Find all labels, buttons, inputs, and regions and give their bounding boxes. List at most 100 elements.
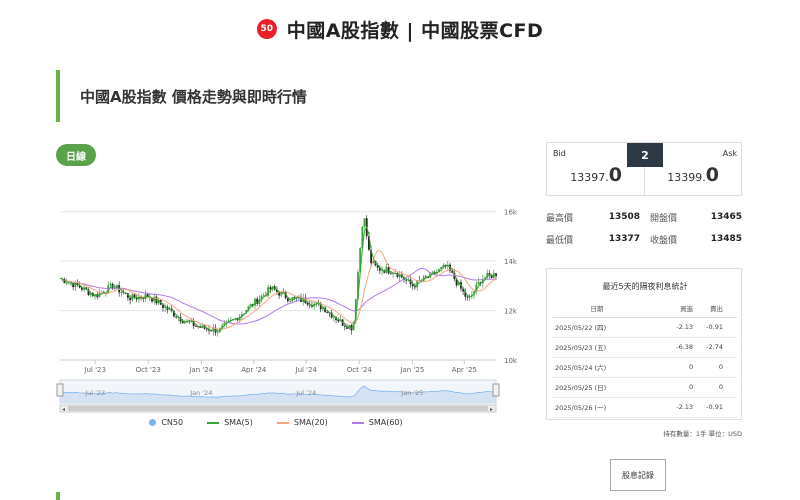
legend-label: CN50 bbox=[161, 418, 184, 427]
dividend-record-button[interactable]: 股息記錄 bbox=[610, 459, 666, 491]
x-tick-label: Jul '23 bbox=[83, 366, 106, 374]
legend-swatch bbox=[149, 419, 157, 426]
x-tick-label: Jan '24 bbox=[188, 366, 213, 374]
swap-table-header: 日期 買進 賣出 bbox=[553, 299, 737, 318]
legend-item[interactable]: SMA(20) bbox=[276, 418, 328, 427]
navigator-tick-label: Jan '25 bbox=[400, 389, 423, 397]
stats-row-low-close: 最低價 13377 收盤價 13485 bbox=[546, 228, 742, 250]
navigator-tick-label: Jul '24 bbox=[295, 389, 316, 397]
low-label: 最低價 bbox=[546, 235, 574, 246]
x-tick-label: Oct '23 bbox=[136, 366, 161, 374]
table-row: 2025/05/26 (一) -2.13 -0.91 bbox=[553, 397, 737, 418]
open-label: 開盤價 bbox=[650, 213, 678, 224]
candle-body bbox=[194, 325, 197, 327]
price-stats: 最高價 13508 開盤價 13465 最低價 13377 收盤價 13485 bbox=[546, 206, 742, 250]
candle-body bbox=[405, 279, 408, 281]
swap-sell: -2.74 bbox=[693, 337, 737, 358]
candle-body bbox=[175, 316, 178, 318]
price-chart[interactable]: 10k 12k 14k 16k Jul '23 Oct '23 Jan '24 Apr '24… bbox=[56, 175, 536, 415]
swap-note: 持有數量：1手 單位：USD bbox=[663, 430, 742, 438]
swap-date: 2025/05/26 (一) bbox=[553, 397, 639, 418]
stats-row-high-open: 最高價 13508 開盤價 13465 bbox=[546, 206, 742, 228]
candle-body bbox=[332, 317, 335, 319]
low-value: 13377 bbox=[608, 234, 640, 244]
candle-body bbox=[477, 282, 480, 285]
candle-body bbox=[65, 283, 68, 284]
candle-body bbox=[326, 312, 329, 314]
daily-period-button[interactable]: 日線 bbox=[56, 144, 96, 166]
overnight-swap-panel: 最近5天的隔夜利息統計 日期 買進 賣出 2025/05/22 (四) -2.13… bbox=[546, 268, 742, 420]
swap-date: 2025/05/22 (四) bbox=[553, 317, 639, 338]
candle-body bbox=[488, 273, 491, 275]
high-label: 最高價 bbox=[546, 213, 574, 224]
legend-item[interactable]: CN50 bbox=[149, 418, 183, 427]
swap-sell: -0.91 bbox=[693, 397, 737, 418]
candle-body bbox=[129, 297, 132, 301]
legend-item[interactable]: SMA(5) bbox=[207, 418, 253, 427]
candle-body bbox=[431, 271, 434, 273]
swap-sell: -0.91 bbox=[693, 317, 737, 338]
x-tick-label: Jul '24 bbox=[295, 366, 318, 374]
legend-item[interactable]: SMA(60) bbox=[351, 418, 403, 427]
swap-buy: -6.38 bbox=[638, 337, 694, 358]
close-value: 13485 bbox=[710, 234, 742, 244]
candle-body bbox=[135, 298, 138, 300]
scrollbar-thumb[interactable] bbox=[68, 406, 488, 411]
y-tick-label: 10k bbox=[504, 357, 518, 365]
bid-price: 13397.0 bbox=[570, 164, 622, 186]
sma5-line bbox=[59, 225, 497, 332]
x-tick-label: Apr '25 bbox=[452, 366, 477, 374]
navigator-handle[interactable] bbox=[56, 383, 64, 397]
cn50-badge: 50 bbox=[256, 19, 277, 39]
y-tick-label: 14k bbox=[504, 258, 518, 266]
candle-body bbox=[389, 273, 392, 275]
legend-label: SMA(60) bbox=[368, 418, 403, 427]
scroll-right-arrow[interactable]: ▸ bbox=[490, 406, 493, 413]
swap-date: 2025/05/25 (日) bbox=[553, 377, 639, 398]
page-header: 50 中國A股指數 | 中國股票CFD bbox=[0, 14, 800, 44]
y-tick-label: 16k bbox=[504, 209, 518, 217]
x-tick-label: Jan '25 bbox=[399, 366, 424, 374]
next-section-accent bbox=[56, 492, 60, 500]
swap-date: 2025/05/23 (五) bbox=[553, 337, 639, 358]
table-row: 2025/05/22 (四) -2.13 -0.91 bbox=[553, 317, 737, 338]
swap-buy: -2.13 bbox=[638, 317, 694, 338]
candle-body bbox=[363, 218, 366, 227]
candle-body bbox=[466, 296, 469, 298]
candle-body bbox=[120, 292, 123, 293]
y-tick-label: 12k bbox=[504, 308, 518, 316]
candle-body bbox=[343, 325, 346, 327]
section-title: 中國A股指數 價格走勢與即時行情 bbox=[80, 87, 307, 106]
legend-label: SMA(5) bbox=[224, 418, 253, 427]
scroll-left-arrow[interactable]: ◂ bbox=[62, 406, 65, 413]
swap-header-sell: 賣出 bbox=[693, 299, 737, 318]
legend-swatch bbox=[276, 421, 289, 424]
open-value: 13465 bbox=[710, 212, 742, 222]
close-label: 收盤價 bbox=[650, 235, 678, 246]
table-row: 2025/05/25 (日) 0 0 bbox=[553, 377, 737, 398]
legend-swatch bbox=[207, 421, 220, 424]
chart-legend: CN50 SMA(5) SMA(20) SMA(60) bbox=[56, 418, 496, 427]
navigator-handle[interactable] bbox=[492, 383, 500, 397]
spread-badge: 2 bbox=[627, 143, 663, 167]
table-row: 2025/05/23 (五) -6.38 -2.74 bbox=[553, 337, 737, 358]
candle-body bbox=[306, 303, 309, 305]
candle-body bbox=[289, 300, 291, 302]
legend-label: SMA(20) bbox=[293, 418, 328, 427]
candle-body bbox=[181, 321, 184, 324]
swap-buy: 0 bbox=[638, 357, 694, 378]
swap-date: 2025/05/24 (六) bbox=[553, 357, 639, 378]
swap-sell: 0 bbox=[693, 357, 737, 378]
x-tick-label: Oct '24 bbox=[347, 366, 373, 374]
section-heading: 中國A股指數 價格走勢與即時行情 bbox=[56, 70, 307, 122]
candle-body bbox=[109, 283, 112, 286]
bid-label: Bid bbox=[553, 149, 566, 158]
swap-buy: -2.13 bbox=[638, 397, 694, 418]
swap-header-date: 日期 bbox=[553, 299, 639, 318]
swap-title: 最近5天的隔夜利息統計 bbox=[602, 282, 688, 291]
ask-price: 13399.0 bbox=[667, 164, 719, 186]
legend-swatch bbox=[351, 421, 364, 424]
swap-table: 日期 買進 賣出 2025/05/22 (四) -2.13 -0.91 2025/0… bbox=[553, 299, 737, 418]
high-value: 13508 bbox=[608, 212, 640, 222]
x-tick-label: Apr '24 bbox=[241, 366, 267, 374]
